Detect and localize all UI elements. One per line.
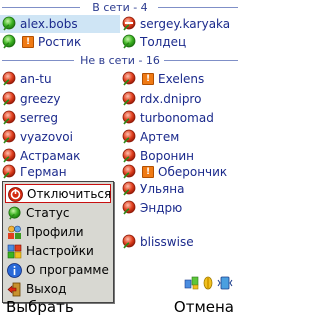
group-header-online[interactable]: В сети - 4 bbox=[0, 0, 240, 15]
menu-item-label: Статус bbox=[26, 206, 70, 220]
divider bbox=[2, 7, 80, 8]
offline-status-icon bbox=[121, 164, 137, 180]
divider bbox=[2, 60, 74, 61]
list-row: Ростик Толдец bbox=[0, 33, 240, 51]
contact-name: greezy bbox=[20, 92, 61, 106]
offline-status-icon bbox=[121, 129, 137, 145]
contact-item[interactable]: Эндрю bbox=[120, 199, 240, 217]
menu-item-profiles[interactable]: Профили bbox=[5, 223, 111, 242]
online-status-icon bbox=[1, 16, 17, 32]
contact-item[interactable]: greezy bbox=[0, 90, 120, 108]
contact-name: blisswise bbox=[140, 235, 194, 249]
menu-item-disconnect[interactable]: Отключиться bbox=[5, 184, 111, 203]
online-status-icon bbox=[1, 34, 17, 50]
menu-item-status[interactable]: Статус bbox=[5, 204, 111, 223]
contact-name: alex.bobs bbox=[20, 17, 78, 31]
contact-name: turbonomad bbox=[140, 111, 214, 125]
contact-item[interactable]: blisswise bbox=[120, 233, 240, 251]
contact-item[interactable]: alex.bobs bbox=[0, 15, 120, 33]
profiles-icon bbox=[8, 225, 21, 239]
contact-item[interactable]: Ульяна bbox=[120, 180, 240, 198]
contact-item[interactable]: Артем bbox=[120, 128, 240, 146]
contact-name: Толдец bbox=[140, 35, 187, 49]
menu-item-label: О программе bbox=[26, 263, 109, 277]
group-header-label: В сети - 4 bbox=[92, 1, 148, 14]
contact-item[interactable]: Герман bbox=[0, 163, 120, 181]
offline-status-icon bbox=[1, 129, 17, 145]
offline-status-icon bbox=[1, 71, 17, 87]
contact-item[interactable]: vyazovoi bbox=[0, 128, 120, 146]
contact-item[interactable]: sergey.karyaka bbox=[120, 15, 240, 33]
list-row: alex.bobs sergey.karyaka bbox=[0, 15, 240, 33]
divider bbox=[158, 7, 238, 8]
contact-name: Exelens bbox=[158, 72, 205, 86]
menu-item-label: Настройки bbox=[26, 244, 94, 258]
contact-name: Эндрю bbox=[140, 201, 183, 215]
list-row: vyazovoi Артем bbox=[0, 128, 240, 146]
menu-item-label: Профили bbox=[26, 225, 84, 239]
contact-name: an-tu bbox=[20, 72, 52, 86]
list-row: an-tu Exelens bbox=[0, 70, 240, 88]
message-badge-icon bbox=[22, 33, 34, 51]
list-row: serreg turbonomad bbox=[0, 109, 240, 127]
menu-item-label: Отключиться bbox=[27, 187, 112, 201]
message-badge-icon bbox=[142, 70, 154, 88]
offline-status-icon bbox=[121, 148, 137, 164]
contact-item[interactable]: serreg bbox=[0, 109, 120, 127]
contact-name: Герман bbox=[20, 165, 67, 179]
status-icon bbox=[7, 206, 22, 221]
contact-item[interactable]: rdx.dnipro bbox=[120, 90, 240, 108]
vibrate-icon bbox=[217, 276, 233, 290]
contact-name: Ростик bbox=[38, 35, 82, 49]
dnd-status-icon bbox=[121, 16, 137, 32]
offline-status-icon bbox=[121, 71, 137, 87]
offline-status-icon bbox=[121, 91, 137, 107]
offline-status-icon bbox=[1, 110, 17, 126]
contact-name: vyazovoi bbox=[20, 130, 73, 144]
offline-status-icon bbox=[121, 110, 137, 126]
offline-status-icon bbox=[1, 91, 17, 107]
list-row: Герман Оберончик bbox=[0, 163, 240, 181]
cancel-softkey[interactable]: Отмена bbox=[174, 298, 234, 316]
offline-status-icon bbox=[121, 181, 137, 197]
settings-icon bbox=[7, 244, 22, 259]
softkey-bar: Выбрать Отмена bbox=[0, 294, 240, 320]
contact-name: rdx.dnipro bbox=[140, 92, 202, 106]
contact-name: Оберончик bbox=[158, 165, 228, 179]
offline-status-icon bbox=[121, 234, 137, 250]
offline-status-icon bbox=[1, 148, 17, 164]
menu-item-settings[interactable]: Настройки bbox=[5, 242, 111, 261]
contact-item[interactable]: an-tu bbox=[0, 70, 120, 88]
select-softkey[interactable]: Выбрать bbox=[6, 298, 74, 316]
contact-item[interactable]: Оберончик bbox=[120, 163, 240, 181]
offline-status-icon bbox=[1, 164, 17, 180]
contact-name: sergey.karyaka bbox=[140, 17, 231, 31]
contact-item[interactable]: Толдец bbox=[120, 33, 240, 51]
context-menu: Отключиться Статус Профили Настройки О п… bbox=[2, 181, 114, 303]
online-status-icon bbox=[121, 34, 137, 50]
disconnect-icon bbox=[8, 187, 23, 202]
list-row: greezy rdx.dnipro bbox=[0, 90, 240, 108]
sound-icon bbox=[203, 276, 213, 290]
offline-status-icon bbox=[121, 200, 137, 216]
message-badge-icon bbox=[142, 163, 154, 181]
info-icon bbox=[7, 263, 22, 278]
contacts-icon bbox=[184, 276, 199, 290]
contact-name: Артем bbox=[140, 130, 180, 144]
contact-item[interactable]: turbonomad bbox=[120, 109, 240, 127]
contact-name: Ульяна bbox=[140, 182, 185, 196]
menu-item-about[interactable]: О программе bbox=[5, 261, 111, 280]
contact-item[interactable]: Ростик bbox=[0, 33, 120, 51]
group-header-label: Не в сети - 16 bbox=[80, 54, 160, 67]
divider bbox=[164, 60, 238, 61]
group-header-offline[interactable]: Не в сети - 16 bbox=[0, 53, 240, 68]
contact-name: serreg bbox=[20, 111, 59, 125]
contact-item[interactable]: Exelens bbox=[120, 70, 240, 88]
